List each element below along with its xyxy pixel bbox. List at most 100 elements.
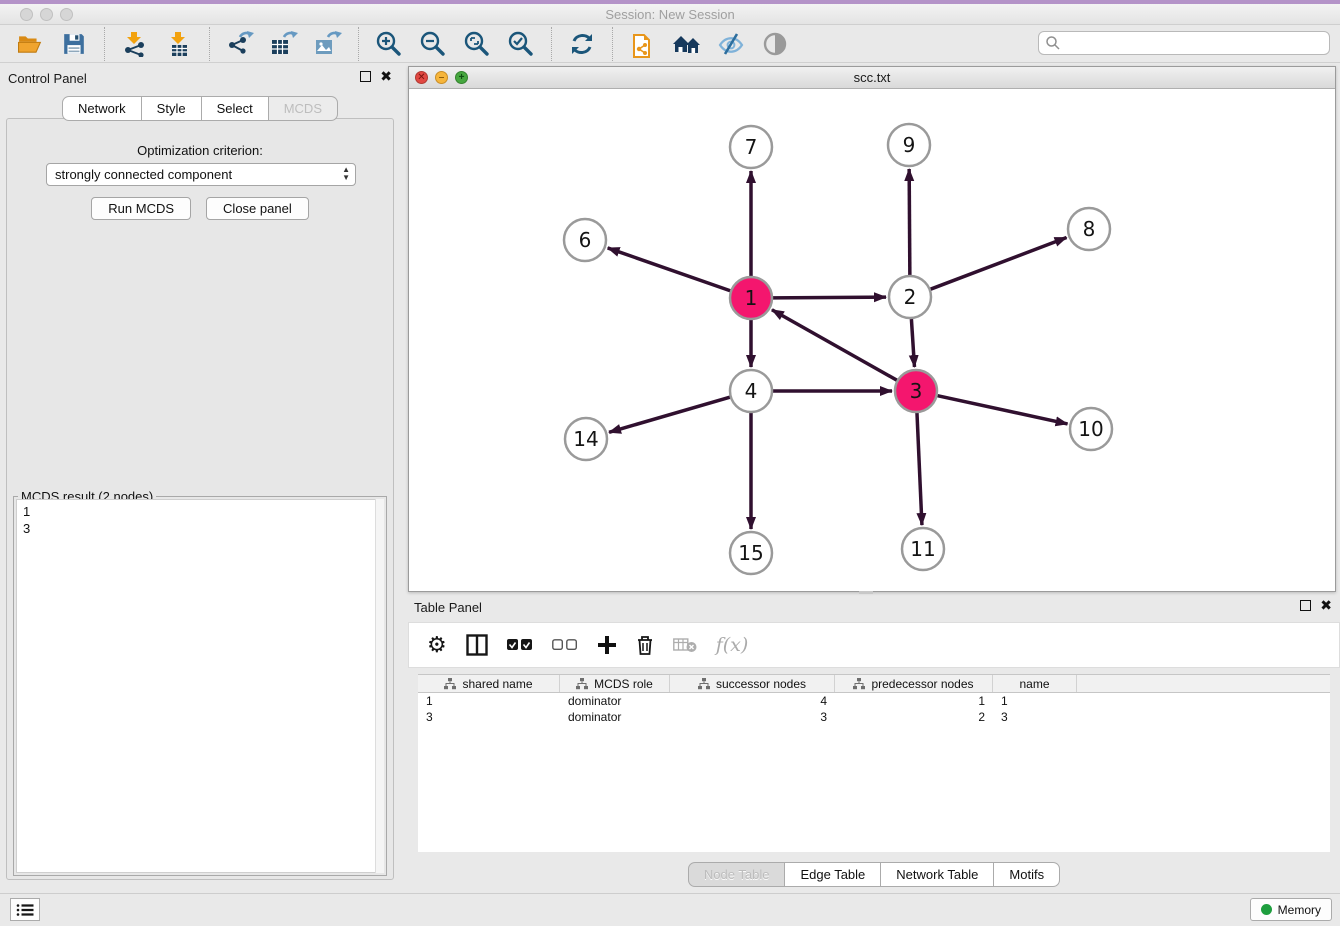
save-session-icon[interactable] [59, 29, 89, 59]
edge-2-8[interactable] [931, 238, 1067, 290]
float-panel-icon[interactable] [360, 71, 371, 82]
table-cell[interactable]: 3 [418, 709, 560, 725]
delete-column-icon[interactable] [636, 630, 654, 660]
float-table-panel-icon[interactable] [1300, 600, 1311, 611]
tab-edge-table[interactable]: Edge Table [785, 862, 881, 887]
dropdown-chevrons-icon: ▲▼ [342, 166, 350, 182]
close-table-panel-icon[interactable]: ✖ [1320, 600, 1332, 611]
tab-mcds[interactable]: MCDS [269, 96, 338, 121]
table-cell[interactable]: 2 [835, 709, 993, 725]
zoom-fit-icon[interactable] [462, 29, 492, 59]
column-layout-icon[interactable] [466, 630, 488, 660]
edge-2-3[interactable] [911, 319, 914, 367]
edge-2-9[interactable] [909, 169, 910, 275]
mcds-result-group: MCDS result (2 nodes) 13 [13, 496, 387, 876]
delete-table-icon[interactable] [673, 630, 697, 660]
network-window-titlebar[interactable]: ✕ – + scc.txt [409, 67, 1335, 89]
criterion-value: strongly connected component [55, 167, 232, 182]
table-settings-gear-icon[interactable]: ⚙ [427, 630, 447, 660]
table-panel-title: Table Panel [414, 600, 482, 615]
control-panel-title: Control Panel [8, 71, 87, 86]
tab-style[interactable]: Style [142, 96, 202, 121]
zoom-selected-icon[interactable] [506, 29, 536, 59]
column-header-predecessor-nodes[interactable]: predecessor nodes [835, 675, 993, 692]
edge-1-2[interactable] [773, 297, 886, 298]
edge-3-11[interactable] [917, 413, 922, 525]
tab-network-table[interactable]: Network Table [881, 862, 994, 887]
table-cell[interactable]: dominator [560, 709, 670, 725]
run-mcds-button[interactable]: Run MCDS [91, 197, 191, 220]
column-header-shared-name[interactable]: shared name [418, 675, 560, 692]
edge-3-10[interactable] [937, 396, 1067, 424]
export-network-icon[interactable] [225, 29, 255, 59]
table-cell[interactable]: dominator [560, 693, 670, 709]
search-input[interactable] [1061, 36, 1329, 51]
table-header-row[interactable]: shared nameMCDS rolesuccessor nodesprede… [418, 674, 1330, 693]
tab-select[interactable]: Select [202, 96, 269, 121]
tab-node-table[interactable]: Node Table [688, 862, 786, 887]
show-graphics-details-icon[interactable] [760, 29, 790, 59]
edge-3-1[interactable] [772, 310, 897, 380]
application-window: Session: New Session [0, 0, 1340, 926]
tab-network[interactable]: Network [62, 96, 142, 121]
refresh-layout-icon[interactable] [567, 29, 597, 59]
memory-button[interactable]: Memory [1250, 898, 1332, 921]
export-image-icon[interactable] [313, 29, 343, 59]
column-header-name[interactable]: name [993, 675, 1077, 692]
node-label-2: 2 [904, 285, 917, 309]
close-panel-button[interactable]: Close panel [206, 197, 309, 220]
import-table-icon[interactable] [164, 29, 194, 59]
deselect-all-columns-icon[interactable] [552, 630, 578, 660]
result-line: 3 [23, 520, 377, 537]
close-panel-icon[interactable]: ✖ [380, 71, 392, 82]
criterion-dropdown[interactable]: strongly connected component ▲▼ [46, 163, 356, 186]
hierarchy-icon [576, 678, 588, 690]
import-network-icon[interactable] [120, 29, 150, 59]
zoom-out-icon[interactable] [418, 29, 448, 59]
zoom-in-icon[interactable] [374, 29, 404, 59]
export-table-icon[interactable] [269, 29, 299, 59]
table-cell[interactable]: 4 [670, 693, 835, 709]
column-header-successor-nodes[interactable]: successor nodes [670, 675, 835, 692]
table-cell[interactable]: 1 [835, 693, 993, 709]
search-box[interactable] [1038, 31, 1330, 55]
node-label-15: 15 [738, 541, 763, 565]
function-builder-icon[interactable]: f(x) [716, 630, 749, 660]
column-header-MCDS-role[interactable]: MCDS role [560, 675, 670, 692]
home-icon[interactable] [672, 29, 702, 59]
network-view-window: ✕ – + scc.txt 7968124314101511 [408, 66, 1336, 592]
table-cell[interactable]: 3 [670, 709, 835, 725]
node-label-14: 14 [573, 427, 598, 451]
table-toolbar: ⚙ f(x) [408, 622, 1340, 668]
node-label-7: 7 [745, 135, 758, 159]
table-panel: Table Panel ✖ ⚙ [408, 595, 1340, 890]
memory-status-icon [1261, 904, 1272, 915]
task-history-button[interactable] [10, 898, 40, 921]
select-all-columns-icon[interactable] [507, 630, 533, 660]
node-label-10: 10 [1078, 417, 1103, 441]
table-cell[interactable]: 1 [993, 693, 1077, 709]
table-cell[interactable]: 3 [993, 709, 1077, 725]
mcds-result-text[interactable]: 13 [16, 499, 384, 873]
mcds-panel: Optimization criterion: strongly connect… [6, 118, 394, 880]
edge-4-14[interactable] [609, 397, 730, 432]
splitter-handle[interactable] [859, 591, 873, 594]
node-label-3: 3 [910, 379, 923, 403]
edge-1-6[interactable] [608, 248, 731, 291]
open-file-icon[interactable] [15, 29, 45, 59]
node-label-11: 11 [910, 537, 935, 561]
network-from-file-icon[interactable] [628, 29, 658, 59]
node-label-9: 9 [903, 133, 916, 157]
network-graph: 7968124314101511 [409, 89, 1335, 591]
result-scrollbar[interactable] [375, 499, 384, 873]
add-column-icon[interactable] [597, 630, 617, 660]
tab-motifs[interactable]: Motifs [994, 862, 1060, 887]
control-panel: Control Panel ✖ NetworkStyleSelectMCDS O… [0, 66, 400, 884]
hierarchy-icon [444, 678, 456, 690]
network-canvas[interactable]: 7968124314101511 [409, 89, 1335, 591]
table-cell[interactable]: 1 [418, 693, 560, 709]
table-row[interactable]: 3dominator323 [418, 709, 1330, 725]
hide-graphics-details-icon[interactable] [716, 29, 746, 59]
table-row[interactable]: 1dominator411 [418, 693, 1330, 709]
node-table[interactable]: shared nameMCDS rolesuccessor nodesprede… [418, 674, 1330, 852]
